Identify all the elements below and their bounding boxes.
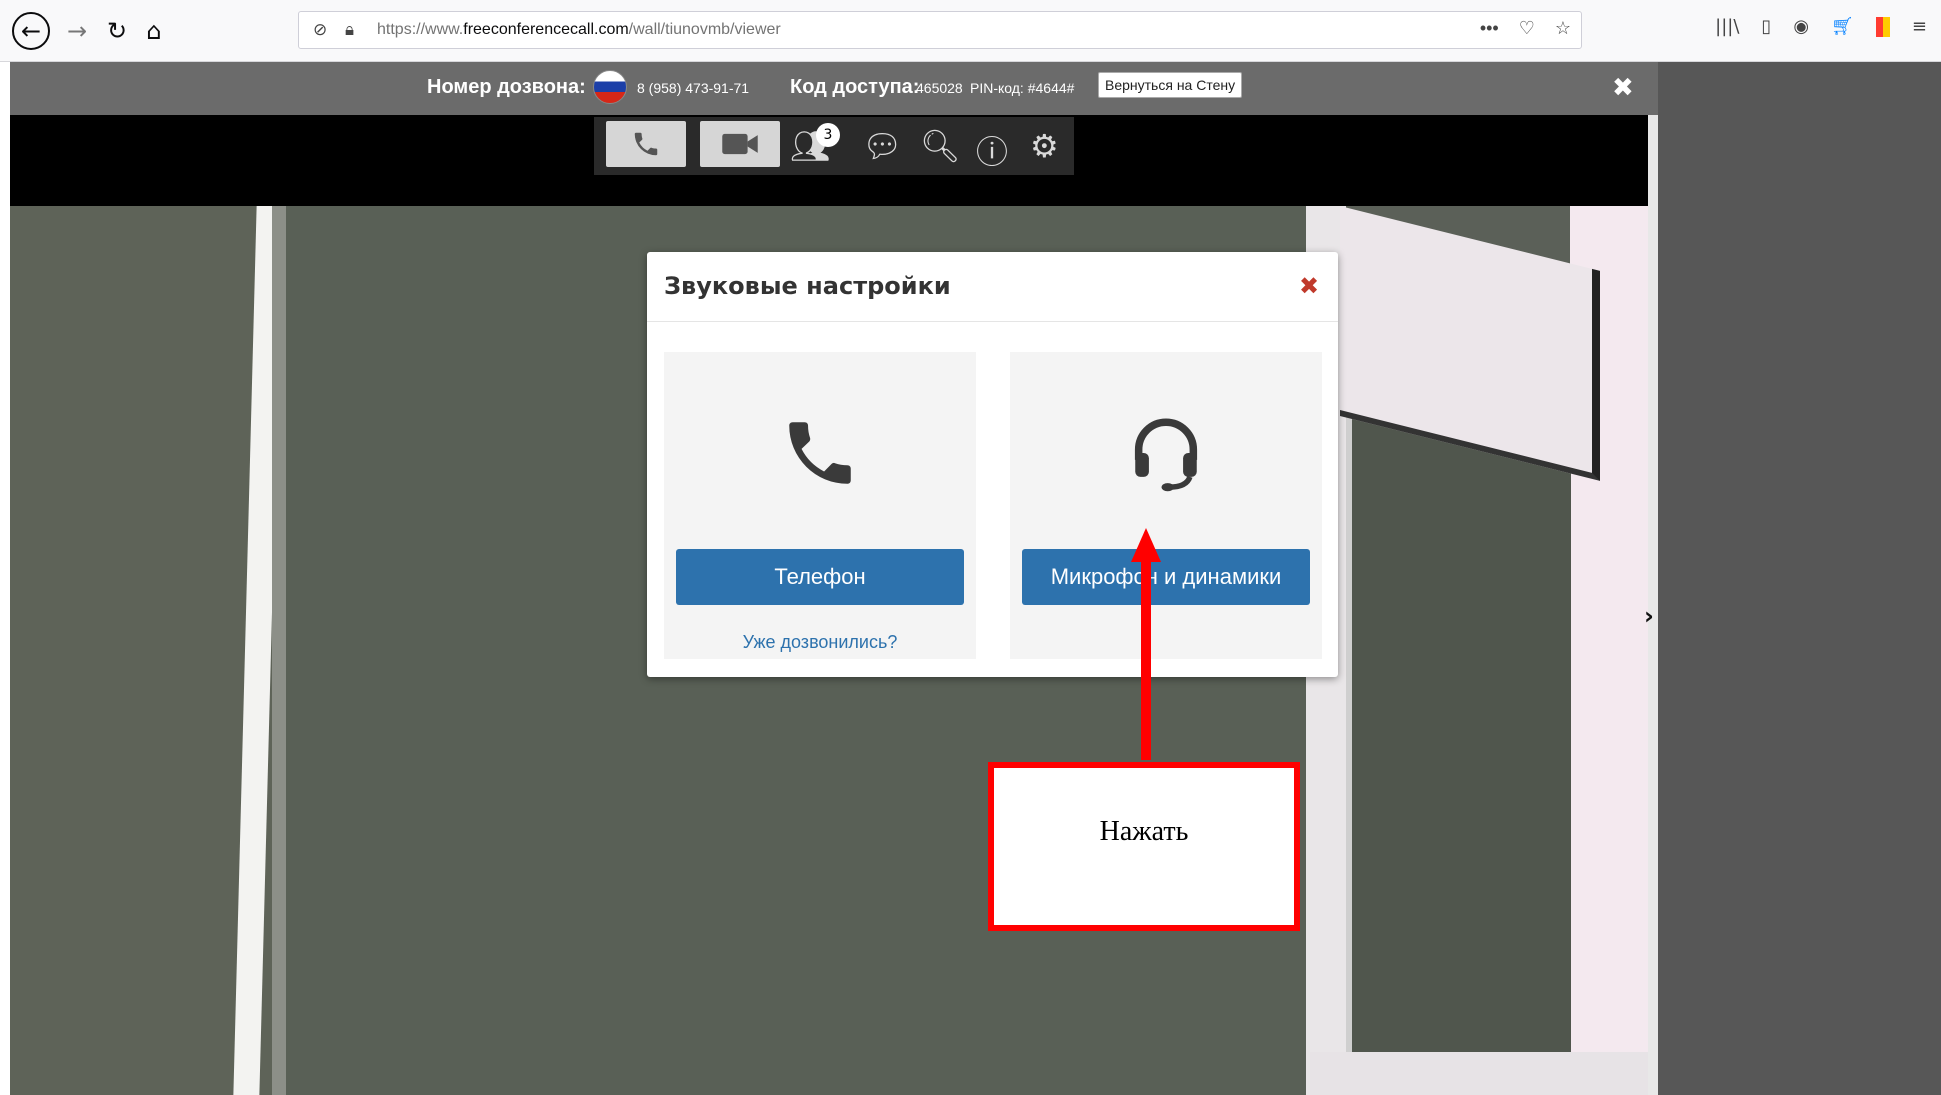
phone-icon: [789, 422, 851, 484]
account-icon[interactable]: ◉: [1793, 16, 1809, 37]
phone-button[interactable]: Телефон: [676, 549, 964, 605]
settings-gear-icon[interactable]: ⚙: [1030, 127, 1059, 165]
already-dialed-link[interactable]: Уже дозвонились?: [664, 632, 976, 653]
home-icon[interactable]: ⌂: [135, 12, 173, 50]
pin-code: PIN-код: #4644#: [970, 80, 1075, 96]
annotation-arrow: [1141, 560, 1151, 760]
forward-arrow-icon[interactable]: →: [58, 12, 96, 50]
access-code: 465028: [916, 80, 963, 96]
library-icon[interactable]: |||\: [1715, 16, 1739, 37]
close-icon[interactable]: ✖: [1612, 72, 1634, 103]
dial-label: Номер дозвона:: [427, 76, 586, 98]
phone-option-card: Телефон Уже дозвонились?: [664, 352, 976, 659]
dial-in-bar: Номер дозвона: 8 (958) 473-91-71 Код дос…: [10, 62, 1658, 115]
mic-speakers-button[interactable]: Микрофон и динамики: [1022, 549, 1310, 605]
russia-flag-icon[interactable]: [593, 70, 627, 104]
chevron-right-icon[interactable]: ›: [1644, 602, 1654, 630]
more-icon[interactable]: •••: [1480, 18, 1499, 39]
bookmark-star-icon[interactable]: ☆: [1555, 18, 1571, 39]
url-bar[interactable]: ⊘ 🔒︎ https://www.freeconferencecall.com/…: [298, 11, 1582, 49]
participant-count-badge: 3: [816, 123, 840, 147]
reload-icon[interactable]: ↻: [98, 12, 136, 50]
headset-icon: [1134, 418, 1198, 492]
tracking-shield-icon[interactable]: ⊘: [313, 21, 331, 39]
divider: [647, 321, 1338, 322]
callout-text: Нажать: [1099, 816, 1189, 847]
video-frame-shadow: [272, 206, 286, 1095]
conference-toolbar: 👥︎ 3 💬︎ 🔍︎ ⓘ ⚙: [594, 117, 1074, 175]
video-tab[interactable]: [700, 121, 780, 167]
phone-icon: [634, 132, 658, 156]
url-text[interactable]: https://www.freeconferencecall.com/wall/…: [377, 21, 781, 39]
video-camera-icon: [722, 133, 758, 155]
pocket-icon[interactable]: ♡: [1519, 18, 1535, 39]
dialog-title: Звуковые настройки: [664, 272, 951, 300]
annotation-callout: Нажать: [988, 762, 1300, 931]
cart-icon[interactable]: 🛒︎: [1831, 16, 1854, 37]
audio-settings-dialog: Звуковые настройки ✖ Телефон Уже дозвони…: [647, 252, 1338, 677]
sidebar-icon[interactable]: ▯: [1761, 16, 1771, 37]
close-icon[interactable]: ✖: [1299, 272, 1319, 300]
menu-icon[interactable]: ≡: [1912, 16, 1927, 37]
page-side-area: [1658, 62, 1941, 1095]
lock-icon[interactable]: 🔒︎: [345, 21, 363, 39]
video-board-right: [1346, 382, 1571, 1095]
bookmark-flag-icon[interactable]: [1875, 16, 1890, 37]
mic-speakers-option-card: Микрофон и динамики: [1010, 352, 1322, 659]
annotation-arrow-head: [1131, 528, 1161, 562]
dial-number: 8 (958) 473-91-71: [637, 80, 750, 96]
video-floor: [1310, 1052, 1650, 1095]
browser-toolbar: ← → ↻ ⌂ ⊘ 🔒︎ https://www.freeconferencec…: [0, 0, 1941, 62]
search-icon[interactable]: 🔍︎: [920, 127, 961, 165]
chat-icon[interactable]: 💬︎: [862, 127, 903, 165]
back-arrow-icon[interactable]: ←: [12, 12, 50, 50]
info-icon[interactable]: ⓘ: [976, 127, 1008, 173]
access-label: Код доступа:: [790, 76, 920, 98]
back-to-wall-button[interactable]: Вернуться на Стену: [1098, 72, 1243, 98]
audio-tab[interactable]: [606, 121, 686, 167]
conference-viewer: Номер дозвона: 8 (958) 473-91-71 Код дос…: [10, 62, 1658, 1095]
